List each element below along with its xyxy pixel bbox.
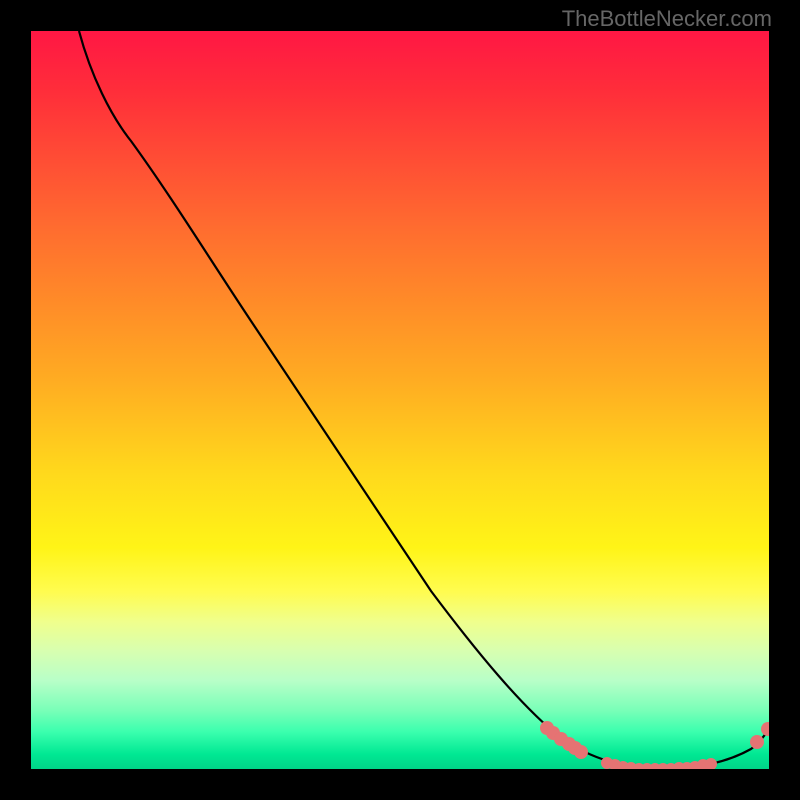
watermark-text: TheBottleNecker.com: [562, 6, 772, 32]
gradient-background: [31, 31, 769, 769]
chart-container: TheBottleNecker.com: [0, 0, 800, 800]
plot-area: [31, 31, 769, 769]
